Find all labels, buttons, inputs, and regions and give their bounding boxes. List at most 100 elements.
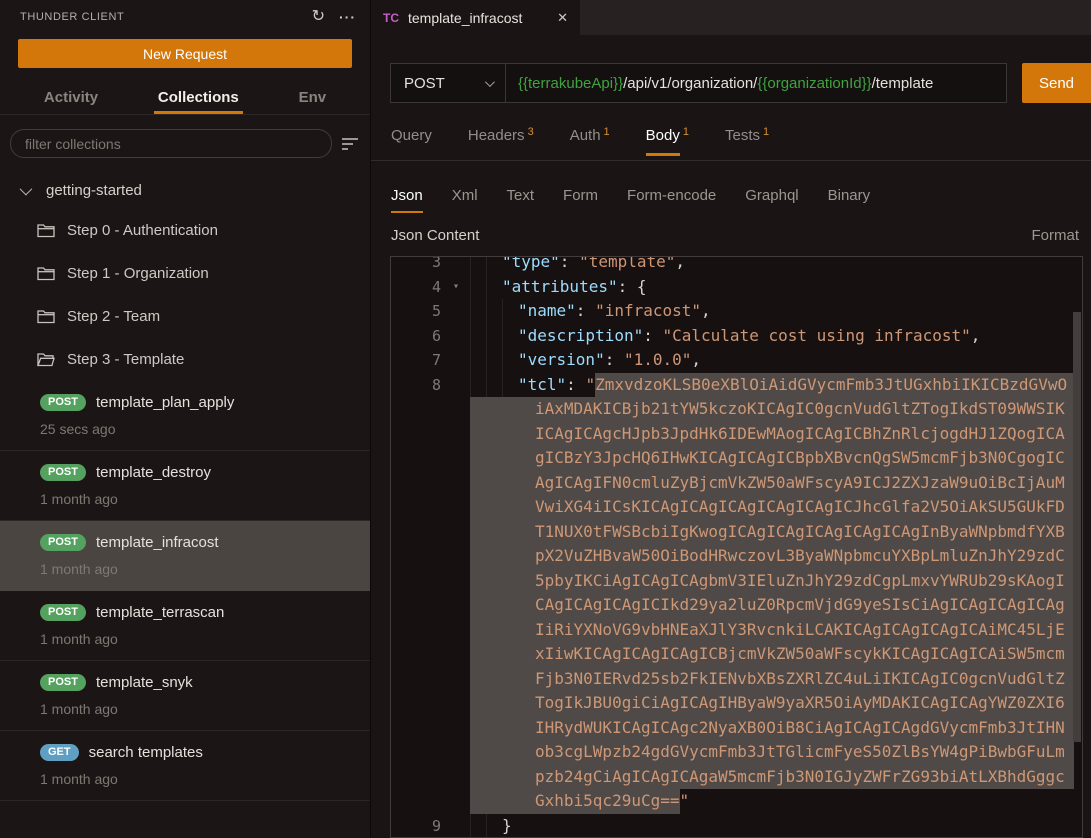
folder-step-0-authentication[interactable]: Step 0 - Authentication — [0, 209, 370, 252]
token-str: " — [680, 791, 690, 810]
method-label: POST — [404, 75, 445, 92]
request-name: search templates — [89, 744, 203, 761]
indent-guides — [470, 256, 502, 275]
thunder-client-tab-icon: TC — [383, 11, 399, 25]
fold-gutter — [453, 667, 470, 692]
line-content: "name": "infracost", — [470, 299, 1082, 324]
body-tab-xml[interactable]: Xml — [452, 175, 478, 219]
new-request-button[interactable]: New Request — [18, 39, 352, 68]
line-number — [391, 446, 453, 471]
editor-scrollbar[interactable] — [1073, 312, 1081, 742]
request-time: 1 month ago — [40, 701, 358, 717]
request-name: template_plan_apply — [96, 394, 234, 411]
request-row: POSTtemplate_plan_apply — [40, 394, 358, 411]
json-content-label: Json Content — [391, 227, 479, 244]
code-line: VwiXG4iICsKICAgICAgICAgICAgICAgICJhcGlfa… — [391, 495, 1082, 520]
request-name: template_infracost — [96, 534, 219, 551]
send-button[interactable]: Send — [1022, 63, 1091, 103]
line-number — [391, 691, 453, 716]
line-content: "version": "1.0.0", — [470, 348, 1082, 373]
folder-step-1-organization[interactable]: Step 1 - Organization — [0, 252, 370, 295]
request-item-template-plan-apply[interactable]: POSTtemplate_plan_apply25 secs ago — [0, 381, 370, 451]
method-select[interactable]: POST — [391, 64, 506, 102]
folder-step-3-template[interactable]: Step 3 - Template — [0, 338, 370, 381]
json-editor[interactable]: 3"type": "template",4▾"attributes": {5"n… — [390, 256, 1083, 838]
line-number — [391, 642, 453, 667]
sidebar-tab-collections[interactable]: Collections — [154, 80, 243, 114]
request-item-template-snyk[interactable]: POST template_snyk 1 month ago — [0, 661, 370, 731]
request-item-template-destroy[interactable]: POSTtemplate_destroy1 month ago — [0, 451, 370, 521]
line-number — [391, 593, 453, 618]
sidebar-tab-activity[interactable]: Activity — [40, 80, 102, 114]
line-content: } — [470, 814, 1082, 838]
token-key: "attributes" — [502, 277, 618, 296]
indent-guides — [470, 373, 518, 398]
token-str: "infracost" — [595, 301, 701, 320]
sidebar-tab-env[interactable]: Env — [295, 80, 331, 114]
request-item-template-terrascan[interactable]: POSTtemplate_terrascan1 month ago — [0, 591, 370, 661]
fold-gutter — [453, 569, 470, 594]
refresh-icon[interactable]: ↻ — [312, 10, 325, 24]
filter-row — [10, 129, 360, 158]
selected-text: Fjb3N0IERvd25sb2FkIENvbXBsZXRlZC4uLiIKIC… — [470, 667, 1074, 692]
folder-step-2-team[interactable]: Step 2 - Team — [0, 295, 370, 338]
more-actions-icon[interactable]: ··· — [339, 10, 356, 24]
url-box: POST {{terrakubeApi}}/api/v1/organizatio… — [390, 63, 1007, 103]
code-line: Fjb3N0IERvd25sb2FkIENvbXBsZXRlZC4uLiIKIC… — [391, 667, 1082, 692]
code-line: 4▾"attributes": { — [391, 275, 1082, 300]
fold-gutter — [453, 544, 470, 569]
method-badge: POST — [40, 674, 86, 691]
fold-icon[interactable]: ▾ — [453, 275, 470, 300]
code-line: T1NUX0tFWSBcbiIgKwogICAgICAgICAgICAgICAg… — [391, 520, 1082, 545]
fold-gutter — [453, 397, 470, 422]
request-tab-label: Auth — [570, 127, 601, 156]
selected-text: Gxhbi5qc29uCg== — [470, 789, 680, 814]
request-item-template-infracost[interactable]: POSTtemplate_infracost1 month ago — [0, 521, 370, 591]
request-panel: TC template_infracost ✕ POST {{terrakube… — [371, 0, 1091, 838]
request-list: POSTtemplate_plan_apply25 secs agoPOSTte… — [0, 381, 370, 801]
indent-guides — [470, 814, 502, 838]
line-content: "description": "Calculate cost using inf… — [470, 324, 1082, 349]
tab-count-badge: 1 — [683, 127, 689, 137]
line-number — [391, 765, 453, 790]
code-line: pzb24gCiAgICAgICAgaW5mcmFjb3N0IGJyZWFrZG… — [391, 765, 1082, 790]
selected-text: VwiXG4iICsKICAgICAgICAgICAgICAgICJhcGlfa… — [470, 495, 1074, 520]
request-tab-tests[interactable]: Tests1 — [725, 127, 769, 160]
request-tab-body[interactable]: Body1 — [646, 127, 689, 160]
request-tab-auth[interactable]: Auth1 — [570, 127, 610, 160]
body-tab-binary[interactable]: Binary — [828, 175, 871, 219]
request-tab-query[interactable]: Query — [391, 127, 432, 160]
selected-text: TogIkJBU0giCiAgICAgIHByaW9yaXR5OiAyMDAKI… — [470, 691, 1074, 716]
token-punc: , — [971, 326, 981, 345]
method-badge: POST — [40, 604, 86, 621]
line-number — [391, 520, 453, 545]
body-tab-graphql[interactable]: Graphql — [745, 175, 798, 219]
close-tab-icon[interactable]: ✕ — [557, 10, 568, 26]
filter-collections-input[interactable] — [10, 129, 332, 158]
app-window: THUNDER CLIENT ↻ ··· New Request Activit… — [0, 0, 1091, 838]
sort-icon[interactable] — [340, 136, 360, 152]
url-input[interactable]: {{terrakubeApi}}/api/v1/organization/{{o… — [506, 64, 1006, 102]
format-button[interactable]: Format — [1031, 227, 1079, 244]
editor-tab-template-infracost[interactable]: TC template_infracost ✕ — [371, 0, 580, 35]
request-row: POST template_snyk — [40, 674, 358, 691]
body-tab-form[interactable]: Form — [563, 175, 598, 219]
token-key: "type" — [502, 256, 560, 271]
indent-guides — [470, 275, 502, 300]
request-item-search-templates[interactable]: GETsearch templates1 month ago — [0, 731, 370, 801]
code-line: 9} — [391, 814, 1082, 838]
body-tab-json[interactable]: Json — [391, 175, 423, 219]
line-number — [391, 569, 453, 594]
token-punc: : { — [618, 277, 647, 296]
body-tab-form-encode[interactable]: Form-encode — [627, 175, 716, 219]
request-name: template_snyk — [96, 674, 193, 691]
line-number: 9 — [391, 814, 453, 838]
fold-gutter — [453, 814, 470, 838]
fold-gutter — [453, 789, 470, 814]
body-tab-text[interactable]: Text — [507, 175, 535, 219]
request-name: template_destroy — [96, 464, 211, 481]
request-tab-headers[interactable]: Headers3 — [468, 127, 534, 160]
url-segment: {{terrakubeApi}} — [518, 75, 623, 92]
method-badge: POST — [40, 464, 86, 481]
collection-getting-started[interactable]: getting-started — [0, 166, 370, 209]
